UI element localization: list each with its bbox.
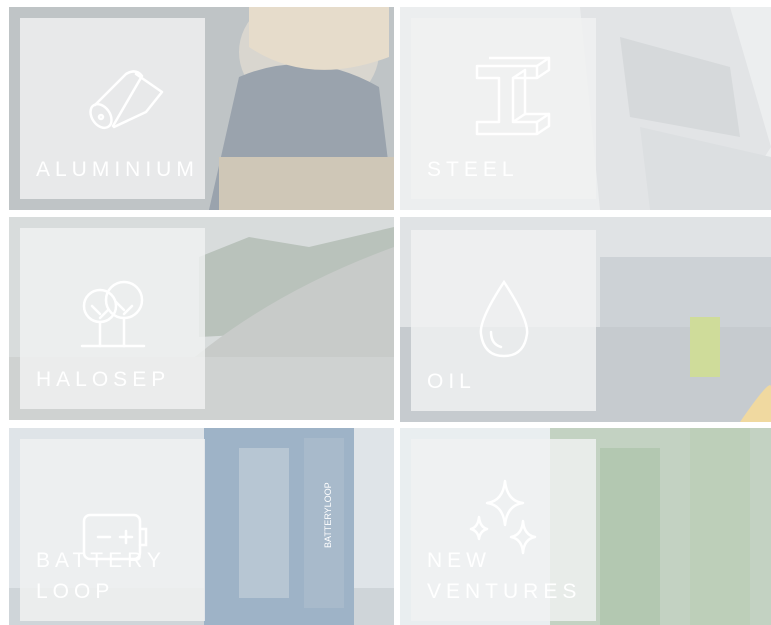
- tile-oil[interactable]: OIL: [400, 217, 771, 422]
- tile-aluminium[interactable]: ALUMINIUM: [9, 7, 394, 210]
- tile-card: BATTERY LOOP: [20, 439, 205, 621]
- tile-halosep[interactable]: HALOSEP: [9, 217, 394, 420]
- tile-steel[interactable]: STEEL: [400, 7, 771, 210]
- container-brand-text: BATTERYLOOP: [323, 482, 333, 548]
- tile-label: ALUMINIUM: [36, 158, 199, 181]
- steel-beam-icon: [475, 56, 550, 136]
- tile-card: STEEL: [411, 18, 596, 199]
- tile-card: ALUMINIUM: [20, 18, 205, 199]
- tile-label: STEEL: [427, 158, 519, 181]
- oil-drop-icon: [479, 279, 528, 358]
- foil-roll-icon: [88, 70, 163, 130]
- tile-label: NEW VENTURES: [427, 549, 582, 603]
- tile-label: OIL: [427, 370, 476, 393]
- tile-card: OIL: [411, 230, 596, 411]
- trees-icon: [80, 280, 145, 348]
- tile-label: HALOSEP: [36, 368, 171, 391]
- tile-battery-loop[interactable]: BATTERYLOOP BATTERY LOOP: [9, 428, 394, 625]
- tile-card: NEW VENTURES: [411, 439, 596, 621]
- tile-card: HALOSEP: [20, 228, 205, 409]
- tile-label: BATTERY LOOP: [36, 549, 166, 603]
- tile-new-ventures[interactable]: NEW VENTURES: [400, 428, 771, 625]
